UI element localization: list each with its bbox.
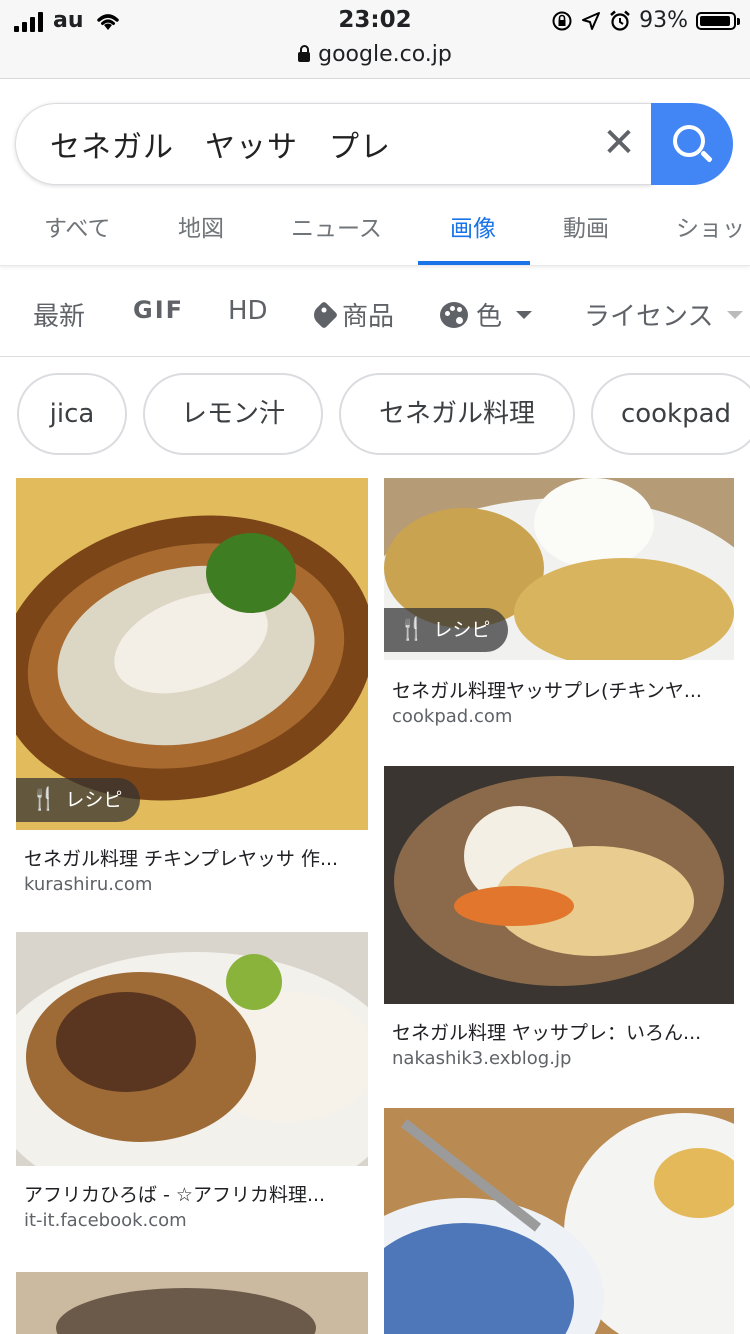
alarm-icon xyxy=(610,10,630,31)
recipe-badge-label: レシピ xyxy=(433,619,491,641)
url-text: google.co.jp xyxy=(318,42,452,67)
filter-license[interactable]: ライセンス xyxy=(584,296,750,333)
result-title: セネガル料理ヤッサプレ(チキンヤ... xyxy=(392,680,702,702)
recipe-badge-label: レシピ xyxy=(65,789,123,811)
filter-license-label: ライセンス xyxy=(584,302,714,332)
search-icon xyxy=(673,125,705,157)
filter-latest-label: 最新 xyxy=(33,302,86,332)
filter-hd[interactable]: HD xyxy=(228,296,268,326)
search-bar: セネガル ヤッサ プレ ✕ xyxy=(15,103,733,185)
recipe-badge: 🍴 レシピ xyxy=(384,608,509,652)
tag-icon xyxy=(309,300,339,329)
filter-products-label: 商品 xyxy=(342,302,395,332)
plate-shape xyxy=(56,1288,316,1334)
rotation-lock-icon xyxy=(552,11,572,30)
result-source: it-it.facebook.com xyxy=(24,1210,187,1231)
search-input[interactable]: セネガル ヤッサ プレ ✕ xyxy=(15,103,652,185)
result-image[interactable] xyxy=(16,932,368,1166)
search-query: セネガル ヤッサ プレ xyxy=(50,130,391,165)
location-arrow-icon xyxy=(582,11,601,30)
address-bar[interactable]: google.co.jp xyxy=(0,42,750,67)
tab-shopping[interactable]: ショッ xyxy=(676,209,750,243)
tab-all[interactable]: すべて xyxy=(44,209,110,243)
filter-hd-label: HD xyxy=(228,296,268,326)
suggestion-chip-lemon-juice[interactable]: レモン汁 xyxy=(143,373,323,455)
result-title: セネガル料理 ヤッサプレ：いろん... xyxy=(392,1022,702,1044)
onion-shape xyxy=(514,558,734,660)
image-result[interactable]: 🍴 レシピ セネガル料理 チキンプレヤッサ 作... kurashiru.com xyxy=(16,478,368,908)
image-result[interactable]: 🍴 レシピ セネガル料理ヤッサプレ(チキンヤ... cookpad.com xyxy=(384,478,734,738)
suggestion-chip-senegal-cuisine[interactable]: セネガル料理 xyxy=(339,373,575,455)
filter-color[interactable]: 色 xyxy=(440,296,533,333)
battery-percent: 93% xyxy=(639,8,688,33)
filter-gif[interactable]: GIF xyxy=(133,296,184,324)
browser-top-bar: au 23:02 93% google.co.jp xyxy=(0,0,750,79)
tab-maps[interactable]: 地図 xyxy=(178,209,224,243)
result-image[interactable] xyxy=(384,1108,734,1334)
filter-latest[interactable]: 最新 xyxy=(33,296,85,333)
fork-knife-icon: 🍴 xyxy=(30,787,58,812)
carrot-shape xyxy=(454,886,574,926)
image-filter-bar: 最新 GIF HD 商品 色 ライセンス xyxy=(0,268,750,357)
image-result[interactable]: アフリカひろば - ☆アフリカ料理... it-it.facebook.com xyxy=(16,932,368,1242)
rice-shape xyxy=(534,478,654,568)
active-tab-indicator xyxy=(418,261,530,265)
tab-videos[interactable]: 動画 xyxy=(563,209,609,243)
parsley-shape xyxy=(206,533,296,613)
fork-knife-icon: 🍴 xyxy=(398,617,426,642)
suggestion-chip-cookpad[interactable]: cookpad xyxy=(591,373,750,455)
filter-gif-label: GIF xyxy=(133,296,185,324)
result-source: cookpad.com xyxy=(392,706,513,727)
tab-news[interactable]: ニュース xyxy=(291,209,382,243)
meat-shape xyxy=(56,992,196,1092)
chevron-down-icon xyxy=(727,310,744,319)
result-title: アフリカひろば - ☆アフリカ料理... xyxy=(24,1184,326,1206)
result-image[interactable] xyxy=(16,1272,368,1334)
battery-icon xyxy=(696,11,740,30)
result-source: nakashik3.exblog.jp xyxy=(392,1048,572,1069)
food-shape xyxy=(654,1148,734,1218)
clear-icon[interactable]: ✕ xyxy=(594,118,644,168)
suggestion-chip-jica[interactable]: jica xyxy=(17,373,127,455)
result-image[interactable] xyxy=(384,766,734,1004)
filter-color-label: 色 xyxy=(476,302,503,332)
filter-products[interactable]: 商品 xyxy=(309,296,395,333)
result-source: kurashiru.com xyxy=(24,874,153,895)
lime-shape xyxy=(226,954,282,1010)
lock-icon xyxy=(298,45,311,62)
search-tabs: すべて 地図 ニュース 画像 動画 ショッ xyxy=(0,195,750,266)
image-result[interactable] xyxy=(384,1108,734,1334)
chevron-down-icon xyxy=(516,310,533,319)
palette-icon xyxy=(440,301,468,328)
status-right: 93% xyxy=(551,8,740,33)
tab-images[interactable]: 画像 xyxy=(450,209,496,243)
image-result[interactable]: セネガル料理 ヤッサプレ：いろん... nakashik3.exblog.jp xyxy=(384,766,734,1076)
search-button[interactable] xyxy=(651,103,733,185)
recipe-badge: 🍴 レシピ xyxy=(16,778,141,822)
result-title: セネガル料理 チキンプレヤッサ 作... xyxy=(24,848,339,870)
image-result[interactable] xyxy=(16,1272,368,1334)
